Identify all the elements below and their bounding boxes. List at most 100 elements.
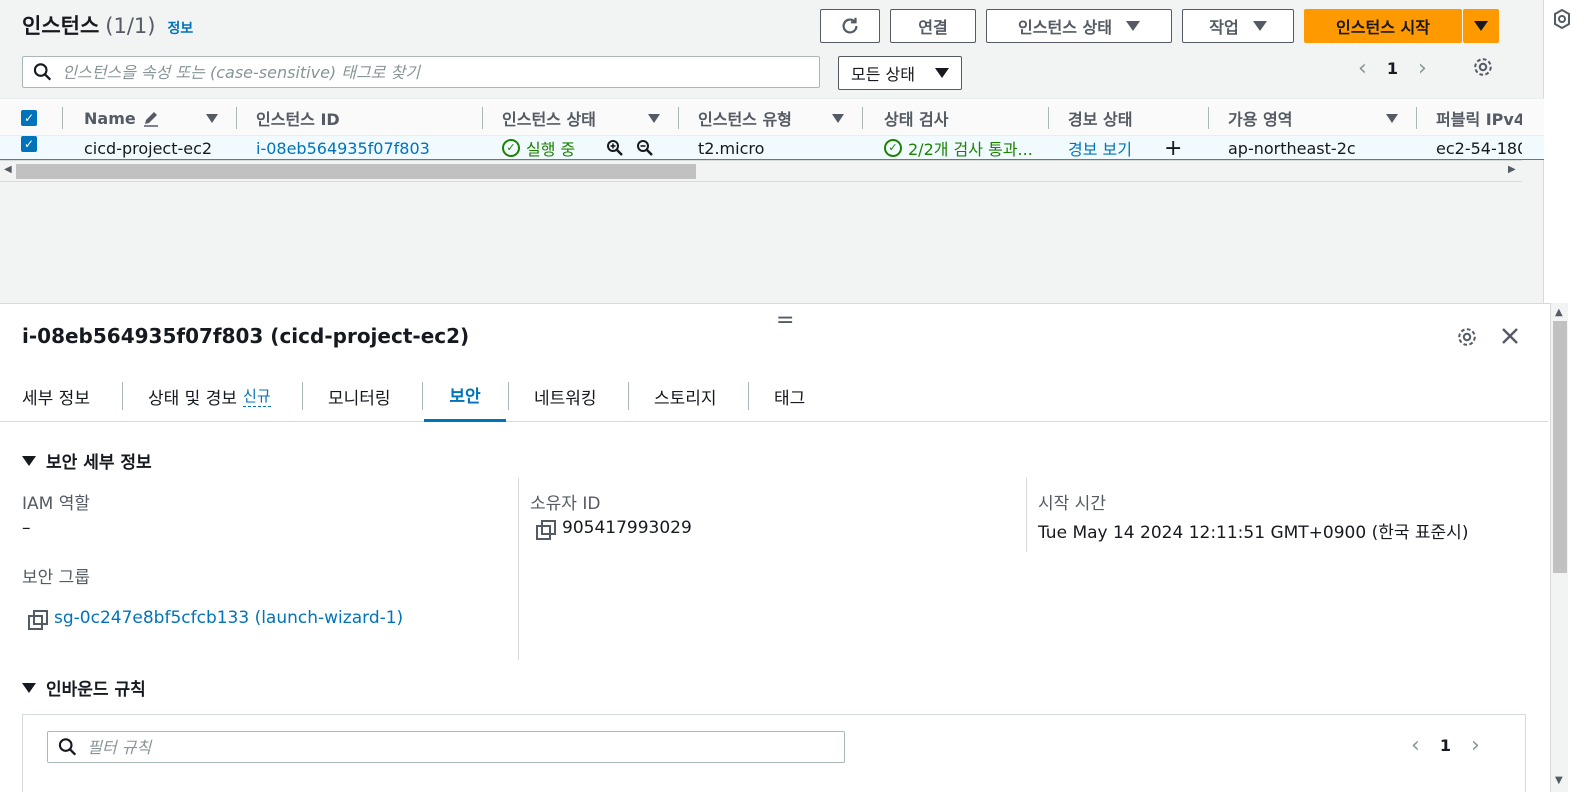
detail-split-panel: = i-08eb564935f07f803 (cicd-project-ec2)… (0, 303, 1568, 792)
selection-count: (1/1) (105, 14, 156, 38)
column-header-name[interactable]: Name (84, 99, 224, 137)
close-icon[interactable] (1500, 326, 1520, 346)
security-details-toggle[interactable]: 보안 세부 정보 (22, 448, 152, 473)
chevron-left-icon[interactable]: ‹ (1411, 733, 1420, 758)
tab-label: 상태 및 경보 (148, 388, 238, 409)
scroll-down-arrow-icon[interactable]: ▼ (1555, 775, 1563, 786)
select-all-checkbox[interactable]: ✓ (21, 110, 37, 126)
security-group-label: 보안 그룹 (22, 568, 90, 588)
cell-name: cicd-project-ec2 (84, 138, 213, 158)
tab-monitoring[interactable]: 모니터링 (328, 370, 391, 422)
sort-caret-icon[interactable] (648, 114, 660, 123)
column-header-instance-state[interactable]: 인스턴스 상태 (502, 99, 672, 137)
rules-filter[interactable] (47, 731, 845, 763)
iam-role-value: – (22, 518, 31, 538)
zoom-in-icon[interactable] (606, 139, 624, 157)
scrollbar-thumb[interactable] (16, 164, 696, 179)
caret-down-icon (1125, 21, 1140, 31)
horizontal-scrollbar[interactable]: ◀ ▶ (0, 160, 1522, 182)
launch-instance-button[interactable]: 인스턴스 시작 (1304, 9, 1462, 43)
inbound-rules-container: ‹ 1 › (22, 714, 1526, 792)
edit-pencil-icon[interactable] (142, 109, 160, 127)
tab-tags[interactable]: 태그 (774, 370, 805, 422)
panel-settings-gear-icon[interactable] (1456, 326, 1478, 348)
column-label: 경보 상태 (1068, 110, 1133, 129)
scroll-left-arrow-icon[interactable]: ◀ (4, 164, 12, 175)
view-alarms-link[interactable]: 경보 보기 (1068, 136, 1148, 159)
cell-availability-zone: ap-northeast-2c (1228, 138, 1356, 158)
security-group-value: sg-0c247e8bf5cfcb133 (launch-wizard-1) (28, 608, 403, 630)
launch-time-value: Tue May 14 2024 12:11:51 GMT+0900 (한국 표준… (1038, 523, 1469, 543)
pagination: ‹ 1 › (1358, 56, 1427, 81)
tab-status-alarms[interactable]: 상태 및 경보 신규 (148, 370, 271, 422)
instance-search[interactable] (22, 56, 820, 88)
chevron-left-icon[interactable]: ‹ (1358, 56, 1367, 81)
connect-button[interactable]: 연결 (890, 9, 976, 43)
actions-label: 작업 (1209, 18, 1239, 37)
refresh-icon (842, 17, 858, 34)
check-circle-icon: ✓ (502, 139, 520, 157)
tab-label: 태그 (774, 388, 806, 409)
scrollbar-thumb[interactable] (1553, 321, 1567, 573)
connect-label: 연결 (918, 18, 948, 37)
tab-networking[interactable]: 네트워킹 (534, 370, 597, 422)
chevron-right-icon[interactable]: › (1418, 56, 1427, 81)
vertical-scrollbar[interactable]: ▲ ▼ (1550, 303, 1568, 792)
column-header-availability-zone[interactable]: 가용 영역 (1228, 99, 1408, 137)
column-header-public-ipv4[interactable]: 퍼블릭 IPv4 (1436, 99, 1522, 137)
owner-id-label: 소유자 ID (530, 494, 601, 514)
rules-page-number[interactable]: 1 (1440, 736, 1451, 755)
instance-state-dropdown[interactable]: 인스턴스 상태 (986, 9, 1172, 43)
column-header-alarm-status[interactable]: 경보 상태 (1068, 99, 1198, 137)
search-input[interactable] (62, 62, 819, 82)
table-row[interactable]: ✓ cicd-project-ec2 i-08eb564935f07f803 ✓… (0, 136, 1544, 160)
settings-gear-icon[interactable] (1472, 56, 1494, 78)
new-badge: 신규 (243, 387, 271, 407)
column-header-instance-type[interactable]: 인스턴스 유형 (698, 99, 856, 137)
row-checkbox[interactable]: ✓ (21, 136, 37, 152)
cell-status-check: ✓ 2/2개 검사 통과... (884, 136, 1052, 159)
tab-security[interactable]: 보안 (424, 370, 506, 422)
column-header-instance-id[interactable]: 인스턴스 ID (256, 99, 476, 137)
split-panel-title: i-08eb564935f07f803 (cicd-project-ec2) (22, 324, 470, 348)
refresh-button[interactable] (820, 9, 880, 43)
tab-label: 스토리지 (654, 388, 717, 409)
chevron-right-icon[interactable]: › (1471, 733, 1480, 758)
tab-details[interactable]: 세부 정보 (22, 370, 90, 422)
info-link[interactable]: 정보 (167, 18, 193, 38)
tab-label: 보안 (449, 387, 481, 407)
caret-down-icon (22, 682, 36, 693)
column-label: 인스턴스 상태 (502, 110, 596, 129)
help-panel-icon[interactable] (1552, 8, 1572, 30)
launch-options-dropdown[interactable] (1463, 9, 1499, 43)
security-group-link[interactable]: sg-0c247e8bf5cfcb133 (launch-wizard-1) (54, 608, 403, 628)
sort-caret-icon[interactable] (206, 114, 218, 123)
sort-caret-icon[interactable] (832, 114, 844, 123)
rules-pagination: ‹ 1 › (1411, 733, 1480, 758)
caret-down-icon (1252, 21, 1267, 31)
copy-icon[interactable] (28, 610, 48, 630)
actions-dropdown[interactable]: 작업 (1182, 9, 1294, 43)
rules-filter-input[interactable] (87, 737, 844, 757)
add-alarm-plus-icon[interactable]: + (1164, 136, 1184, 159)
instance-state-label: 인스턴스 상태 (1018, 18, 1112, 37)
zoom-out-icon[interactable] (636, 139, 654, 157)
column-header-status-check[interactable]: 상태 검사 (884, 99, 1034, 137)
copy-icon[interactable] (536, 520, 556, 540)
column-label: 상태 검사 (884, 110, 949, 129)
state-filter-select[interactable]: 모든 상태 (838, 56, 962, 90)
search-icon (58, 738, 77, 756)
inbound-rules-toggle[interactable]: 인바운드 규칙 (22, 675, 146, 700)
cell-instance-id-link[interactable]: i-08eb564935f07f803 (256, 136, 476, 159)
launch-time-label: 시작 시간 (1038, 494, 1106, 514)
scroll-up-arrow-icon[interactable]: ▲ (1555, 307, 1563, 318)
resize-handle-icon[interactable]: = (776, 308, 794, 333)
check-circle-icon: ✓ (884, 139, 902, 157)
sort-caret-icon[interactable] (1386, 114, 1398, 123)
column-label: 퍼블릭 IPv4 (1436, 110, 1522, 129)
page-number[interactable]: 1 (1387, 59, 1398, 78)
caret-down-icon (1474, 21, 1488, 31)
caret-down-icon (935, 68, 949, 78)
scroll-right-arrow-icon[interactable]: ▶ (1508, 164, 1516, 175)
tab-storage[interactable]: 스토리지 (654, 370, 717, 422)
